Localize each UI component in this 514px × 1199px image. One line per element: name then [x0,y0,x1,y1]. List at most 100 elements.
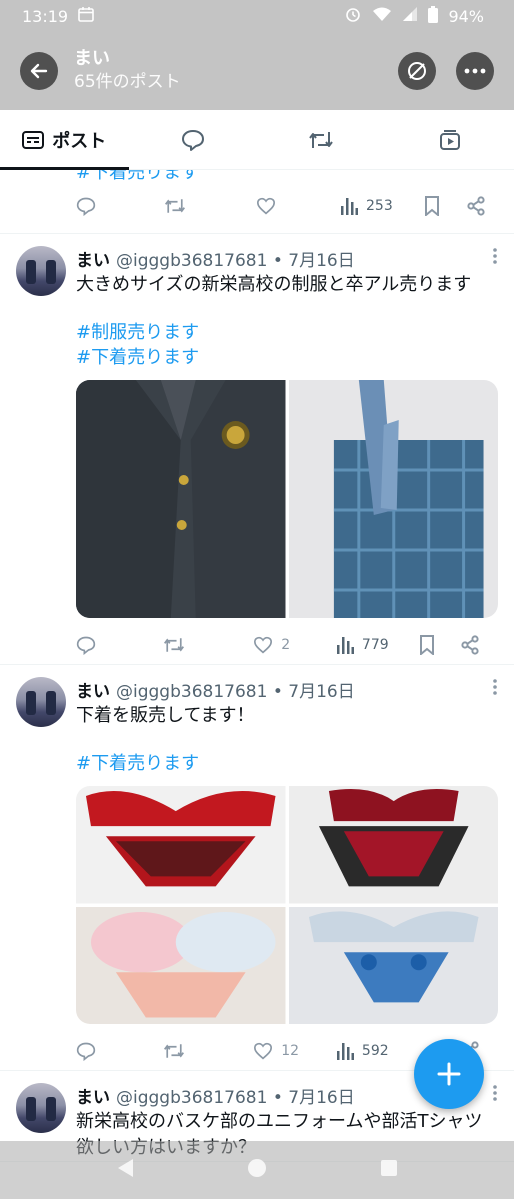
post-actions: 253 [0,187,514,225]
views-count: 592 [361,1043,389,1059]
heart-icon [254,1042,273,1060]
more-horizontal-icon [464,68,486,74]
bookmark-button[interactable] [419,635,460,655]
arrow-left-icon [30,63,48,79]
author-handle: @igggb36817681 • 7月16日 [116,681,355,702]
media-grid[interactable] [76,380,498,618]
views-button[interactable]: 592 [336,1042,419,1060]
reply-icon [76,1042,96,1061]
reply-icon [76,197,96,216]
reply-button[interactable] [76,635,163,655]
author-name[interactable]: まい [76,677,110,702]
plus-icon [437,1062,461,1086]
avatar[interactable] [16,677,66,727]
hashtags: #制服売ります #下着売ります [76,320,498,370]
alarm-icon [344,5,362,27]
post-icon [22,130,45,149]
photo-pastel-lingerie[interactable] [76,906,286,1024]
repost-button[interactable] [163,635,254,655]
more-vertical-icon[interactable] [492,247,498,270]
more-options-button[interactable] [456,52,494,90]
like-button[interactable] [256,197,340,215]
media-grid[interactable] [76,786,498,1024]
post-actions: 2 779 [0,626,498,664]
tweet[interactable]: まい @igggb36817681 • 7月16日 大きめサイズの新栄高校の制服… [0,234,514,665]
more-vertical-icon[interactable] [492,1084,498,1107]
tab-posts-label: ポスト [52,130,107,152]
like-button[interactable]: 12 [253,1042,336,1060]
share-button[interactable] [466,196,486,216]
repost-button[interactable] [163,1041,254,1061]
views-icon [336,637,354,654]
views-count: 779 [361,637,389,653]
tab-replies[interactable] [129,110,258,169]
bookmark-button[interactable] [424,196,466,216]
photo-dark-red-lingerie[interactable] [288,786,498,904]
nav-recents-icon[interactable] [379,1158,399,1182]
nav-back-icon[interactable] [115,1157,135,1183]
repost-icon [165,199,185,213]
avatar[interactable] [16,246,66,296]
photo-skirt-shirt[interactable] [288,380,498,618]
profile-tabs: ポスト [0,110,514,170]
header-text: まい 65件のポスト [74,48,398,94]
reply-icon [76,636,96,655]
author-handle: @igggb36817681 • 7月16日 [116,250,355,271]
profile-name: まい [74,48,110,69]
avatar[interactable] [16,1083,66,1133]
like-count: 2 [281,637,291,653]
more-vertical-icon[interactable] [492,678,498,701]
nav-home-icon[interactable] [246,1157,268,1183]
battery-icon [428,5,439,27]
system-nav-bar [0,1141,514,1199]
media-icon [439,129,460,150]
grok-icon [408,62,426,80]
author-name[interactable]: まい [76,1083,110,1108]
views-count: 253 [366,198,393,214]
status-bar: 13:19 94% [0,0,514,32]
tab-media[interactable] [386,110,514,169]
repost-button[interactable] [164,196,256,216]
views-button[interactable]: 779 [336,636,419,654]
repost-icon [309,131,334,148]
wifi-icon [372,6,392,26]
photo-red-lingerie[interactable] [76,786,286,904]
hashtag-link[interactable]: #下着売ります [76,345,498,370]
partial-post[interactable]: #下着売ります 253 [0,170,514,234]
author-handle: @igggb36817681 • 7月16日 [116,1087,355,1108]
like-count: 12 [281,1043,300,1059]
photo-blazer[interactable] [76,380,286,618]
hashtag-link[interactable]: #下着売ります [76,170,199,184]
share-icon [467,196,485,216]
profile-header: まい 65件のポスト [0,32,514,110]
status-time: 13:19 [22,6,69,26]
hashtag-link[interactable]: #下着売ります [76,751,498,776]
post-count: 65件のポスト [74,72,181,92]
share-button[interactable] [460,635,480,655]
photo-blue-lingerie[interactable] [288,906,498,1024]
tab-posts[interactable]: ポスト [0,110,129,170]
bookmark-icon [425,196,439,216]
tweet-text: 大きめサイズの新栄高校の制服と卒アル売ります [76,274,472,295]
hashtags: #下着売ります [76,751,498,776]
grok-button[interactable] [398,52,436,90]
calendar-icon [78,6,94,26]
like-button[interactable]: 2 [253,636,336,654]
views-button[interactable]: 253 [340,197,424,215]
tweet-text: 下着を販売してます！ [76,705,255,726]
author-name[interactable]: まい [76,246,110,271]
views-icon [341,198,358,215]
reply-button[interactable] [76,1041,163,1061]
compose-button[interactable] [414,1039,484,1109]
share-icon [461,635,479,655]
hashtag-link[interactable]: #制服売ります [76,320,498,345]
back-button[interactable] [20,52,58,90]
views-icon [336,1043,354,1060]
heart-icon [256,197,276,215]
signal-icon [402,6,418,26]
reply-icon [181,129,204,151]
reply-button[interactable] [76,196,164,216]
tab-reposts[interactable] [257,110,386,169]
repost-icon [163,1044,184,1058]
tweet[interactable]: まい @igggb36817681 • 7月16日 下着を販売してます！ #下着… [0,665,514,1071]
